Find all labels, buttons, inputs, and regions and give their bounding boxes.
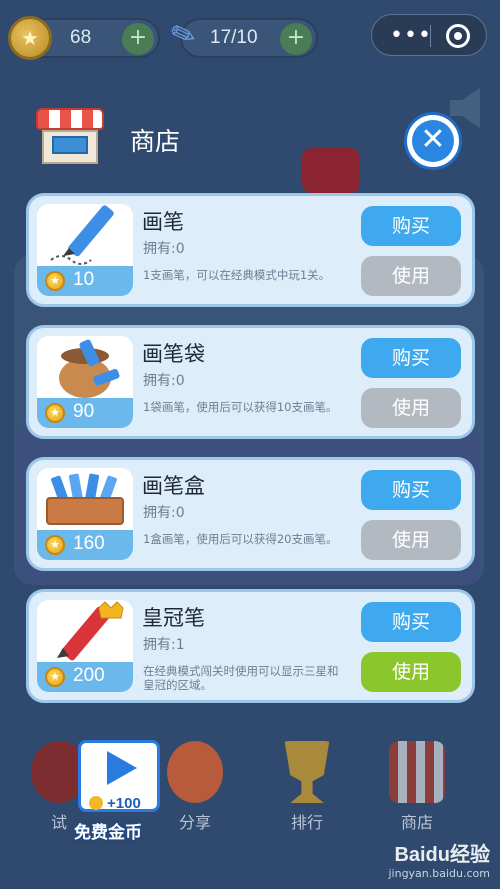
buy-button[interactable]: 购买 <box>361 338 461 378</box>
add-coins-button[interactable]: + <box>122 23 154 55</box>
item-owned-count: 拥有:1 <box>143 637 185 653</box>
mini-program-capsule: ••• <box>371 14 487 56</box>
price-bar: ★ 160 <box>37 530 133 560</box>
item-name: 画笔袋 <box>142 342 205 366</box>
trophy-icon <box>284 741 330 803</box>
item-description: 在经典模式闯关时使用可以显示三星和皇冠的区域。 <box>143 664 339 692</box>
nav-label: 商店 <box>400 813 433 832</box>
item-owned-count: 拥有:0 <box>143 241 185 257</box>
price-bar: ★ 90 <box>37 398 133 428</box>
play-icon <box>107 751 137 785</box>
share-friends-icon <box>167 741 223 803</box>
item-thumbnail: ★ 160 <box>37 468 133 560</box>
pencil-bag-icon <box>37 336 133 400</box>
capsule-divider <box>430 25 431 47</box>
item-description: 1盒画笔，使用后可以获得20支画笔。 <box>143 532 338 546</box>
buy-button[interactable]: 购买 <box>361 470 461 510</box>
item-thumbnail: ★ 200 <box>37 600 133 692</box>
pencil-box-icon <box>37 468 133 532</box>
nav-store[interactable]: 商店 <box>372 735 462 835</box>
use-button[interactable]: 使用 <box>361 388 461 428</box>
add-pencils-button[interactable]: + <box>280 23 312 55</box>
watermark: Baidu经验 jingyan.baidu.com <box>340 838 490 882</box>
close-icon: ✕ <box>412 120 454 162</box>
price-bar: ★ 200 <box>37 662 133 692</box>
coin-icon <box>89 796 103 810</box>
status-bar: 68 + ★ 17/10 + ✎ ••• <box>0 0 500 76</box>
price-bar: ★ 10 <box>37 266 133 296</box>
item-price: 90 <box>73 401 95 422</box>
shop-item-card: ★ 160 画笔盒 拥有:0 1盒画笔，使用后可以获得20支画笔。 购买 使用 <box>26 457 475 571</box>
coin-icon: ★ <box>8 16 52 60</box>
shop-item-card: ★ 10 画笔 拥有:0 1支画笔，可以在经典模式中玩1关。 购买 使用 <box>26 193 475 307</box>
store-window-shape <box>52 136 88 154</box>
nav-rank[interactable]: 排行 <box>262 735 352 835</box>
buy-button[interactable]: 购买 <box>361 602 461 642</box>
item-owned-count: 拥有:0 <box>143 373 185 389</box>
store-icon <box>389 741 445 803</box>
item-name: 画笔 <box>142 210 184 234</box>
item-thumbnail: ★ 10 <box>37 204 133 296</box>
item-name: 皇冠笔 <box>142 606 205 630</box>
coins-value: 68 <box>70 27 92 48</box>
buy-button[interactable]: 购买 <box>361 206 461 246</box>
awning-shape <box>36 108 104 130</box>
item-price: 160 <box>73 533 105 554</box>
pencils-value: 17/10 <box>210 27 258 48</box>
use-button[interactable]: 使用 <box>361 256 461 296</box>
item-owned-count: 拥有:0 <box>143 505 185 521</box>
video-film-icon: +100 <box>78 740 160 812</box>
item-description: 1支画笔，可以在经典模式中玩1关。 <box>143 268 331 282</box>
shop-title: 商店 <box>130 127 181 156</box>
exit-target-button[interactable] <box>446 24 470 48</box>
free-coin-button[interactable]: +100 免费金币 <box>74 740 164 843</box>
item-price: 10 <box>73 269 95 290</box>
crown-pencil-icon <box>37 600 133 664</box>
item-price: 200 <box>73 665 105 686</box>
nav-label: 排行 <box>290 813 323 832</box>
shop-item-card: ★ 90 画笔袋 拥有:0 1袋画笔，使用后可以获得10支画笔。 购买 使用 <box>26 325 475 439</box>
more-menu-button[interactable]: ••• <box>390 23 432 48</box>
close-button[interactable]: ✕ <box>404 112 462 170</box>
free-coin-caption: 免费金币 <box>74 823 142 843</box>
item-name: 画笔盒 <box>142 474 205 498</box>
coin-icon: ★ <box>45 667 65 687</box>
storefront-icon <box>36 108 104 166</box>
shop-header: 商店 ✕ <box>0 100 500 170</box>
coin-icon: ★ <box>45 535 65 555</box>
watermark-url: jingyan.baidu.com <box>388 867 490 880</box>
coin-icon: ★ <box>45 403 65 423</box>
shop-item-card: ★ 200 皇冠笔 拥有:1 在经典模式闯关时使用可以显示三星和皇冠的区域。 购… <box>26 589 475 703</box>
reward-amount: +100 <box>89 795 163 813</box>
watermark-brand: Baidu经验 <box>394 844 490 866</box>
coin-icon: ★ <box>45 271 65 291</box>
item-thumbnail: ★ 90 <box>37 336 133 428</box>
use-button[interactable]: 使用 <box>361 520 461 560</box>
item-description: 1袋画笔，使用后可以获得10支画笔。 <box>143 400 338 414</box>
pencil-icon <box>37 204 133 268</box>
reward-value: +100 <box>107 795 141 812</box>
use-button[interactable]: 使用 <box>361 652 461 692</box>
